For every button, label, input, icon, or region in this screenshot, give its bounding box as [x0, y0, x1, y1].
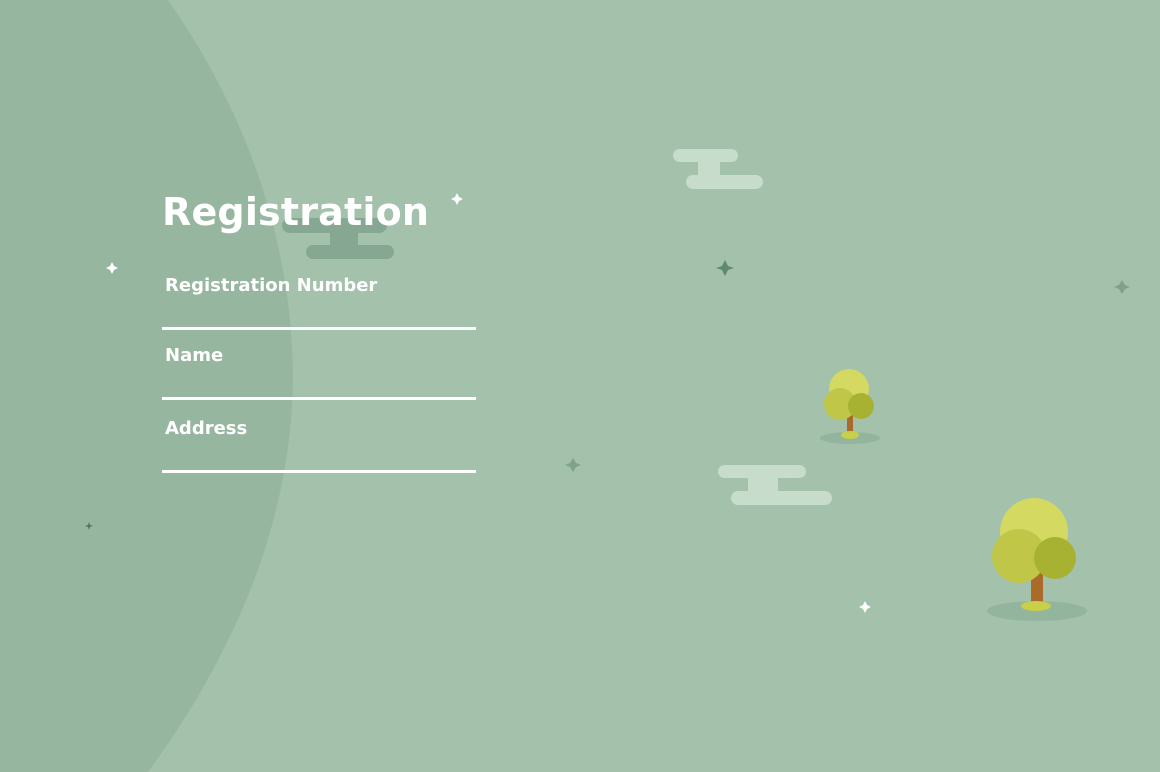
cloud-icon [673, 149, 763, 189]
cloud-icon [718, 465, 832, 505]
address-input[interactable] [162, 443, 476, 473]
sparkle-icon [1114, 280, 1130, 294]
address-label: Address [165, 418, 248, 439]
tree-icon [987, 498, 1087, 621]
registration-screen: Registration Registration Number Name Ad… [0, 0, 1160, 772]
name-field: Name [162, 344, 476, 404]
sparkle-icon [565, 458, 581, 472]
name-label: Name [165, 345, 224, 366]
registration-form: Registration Registration Number Name Ad… [0, 0, 520, 772]
form-title: Registration [162, 190, 430, 234]
sparkle-icon [859, 601, 871, 613]
registration-number-label: Registration Number [165, 275, 378, 296]
address-field: Address [162, 417, 476, 477]
sparkle-icon [716, 260, 734, 276]
name-input[interactable] [162, 370, 476, 400]
tree-icon [820, 369, 880, 444]
registration-number-field: Registration Number [162, 274, 476, 334]
registration-number-input[interactable] [162, 300, 476, 330]
